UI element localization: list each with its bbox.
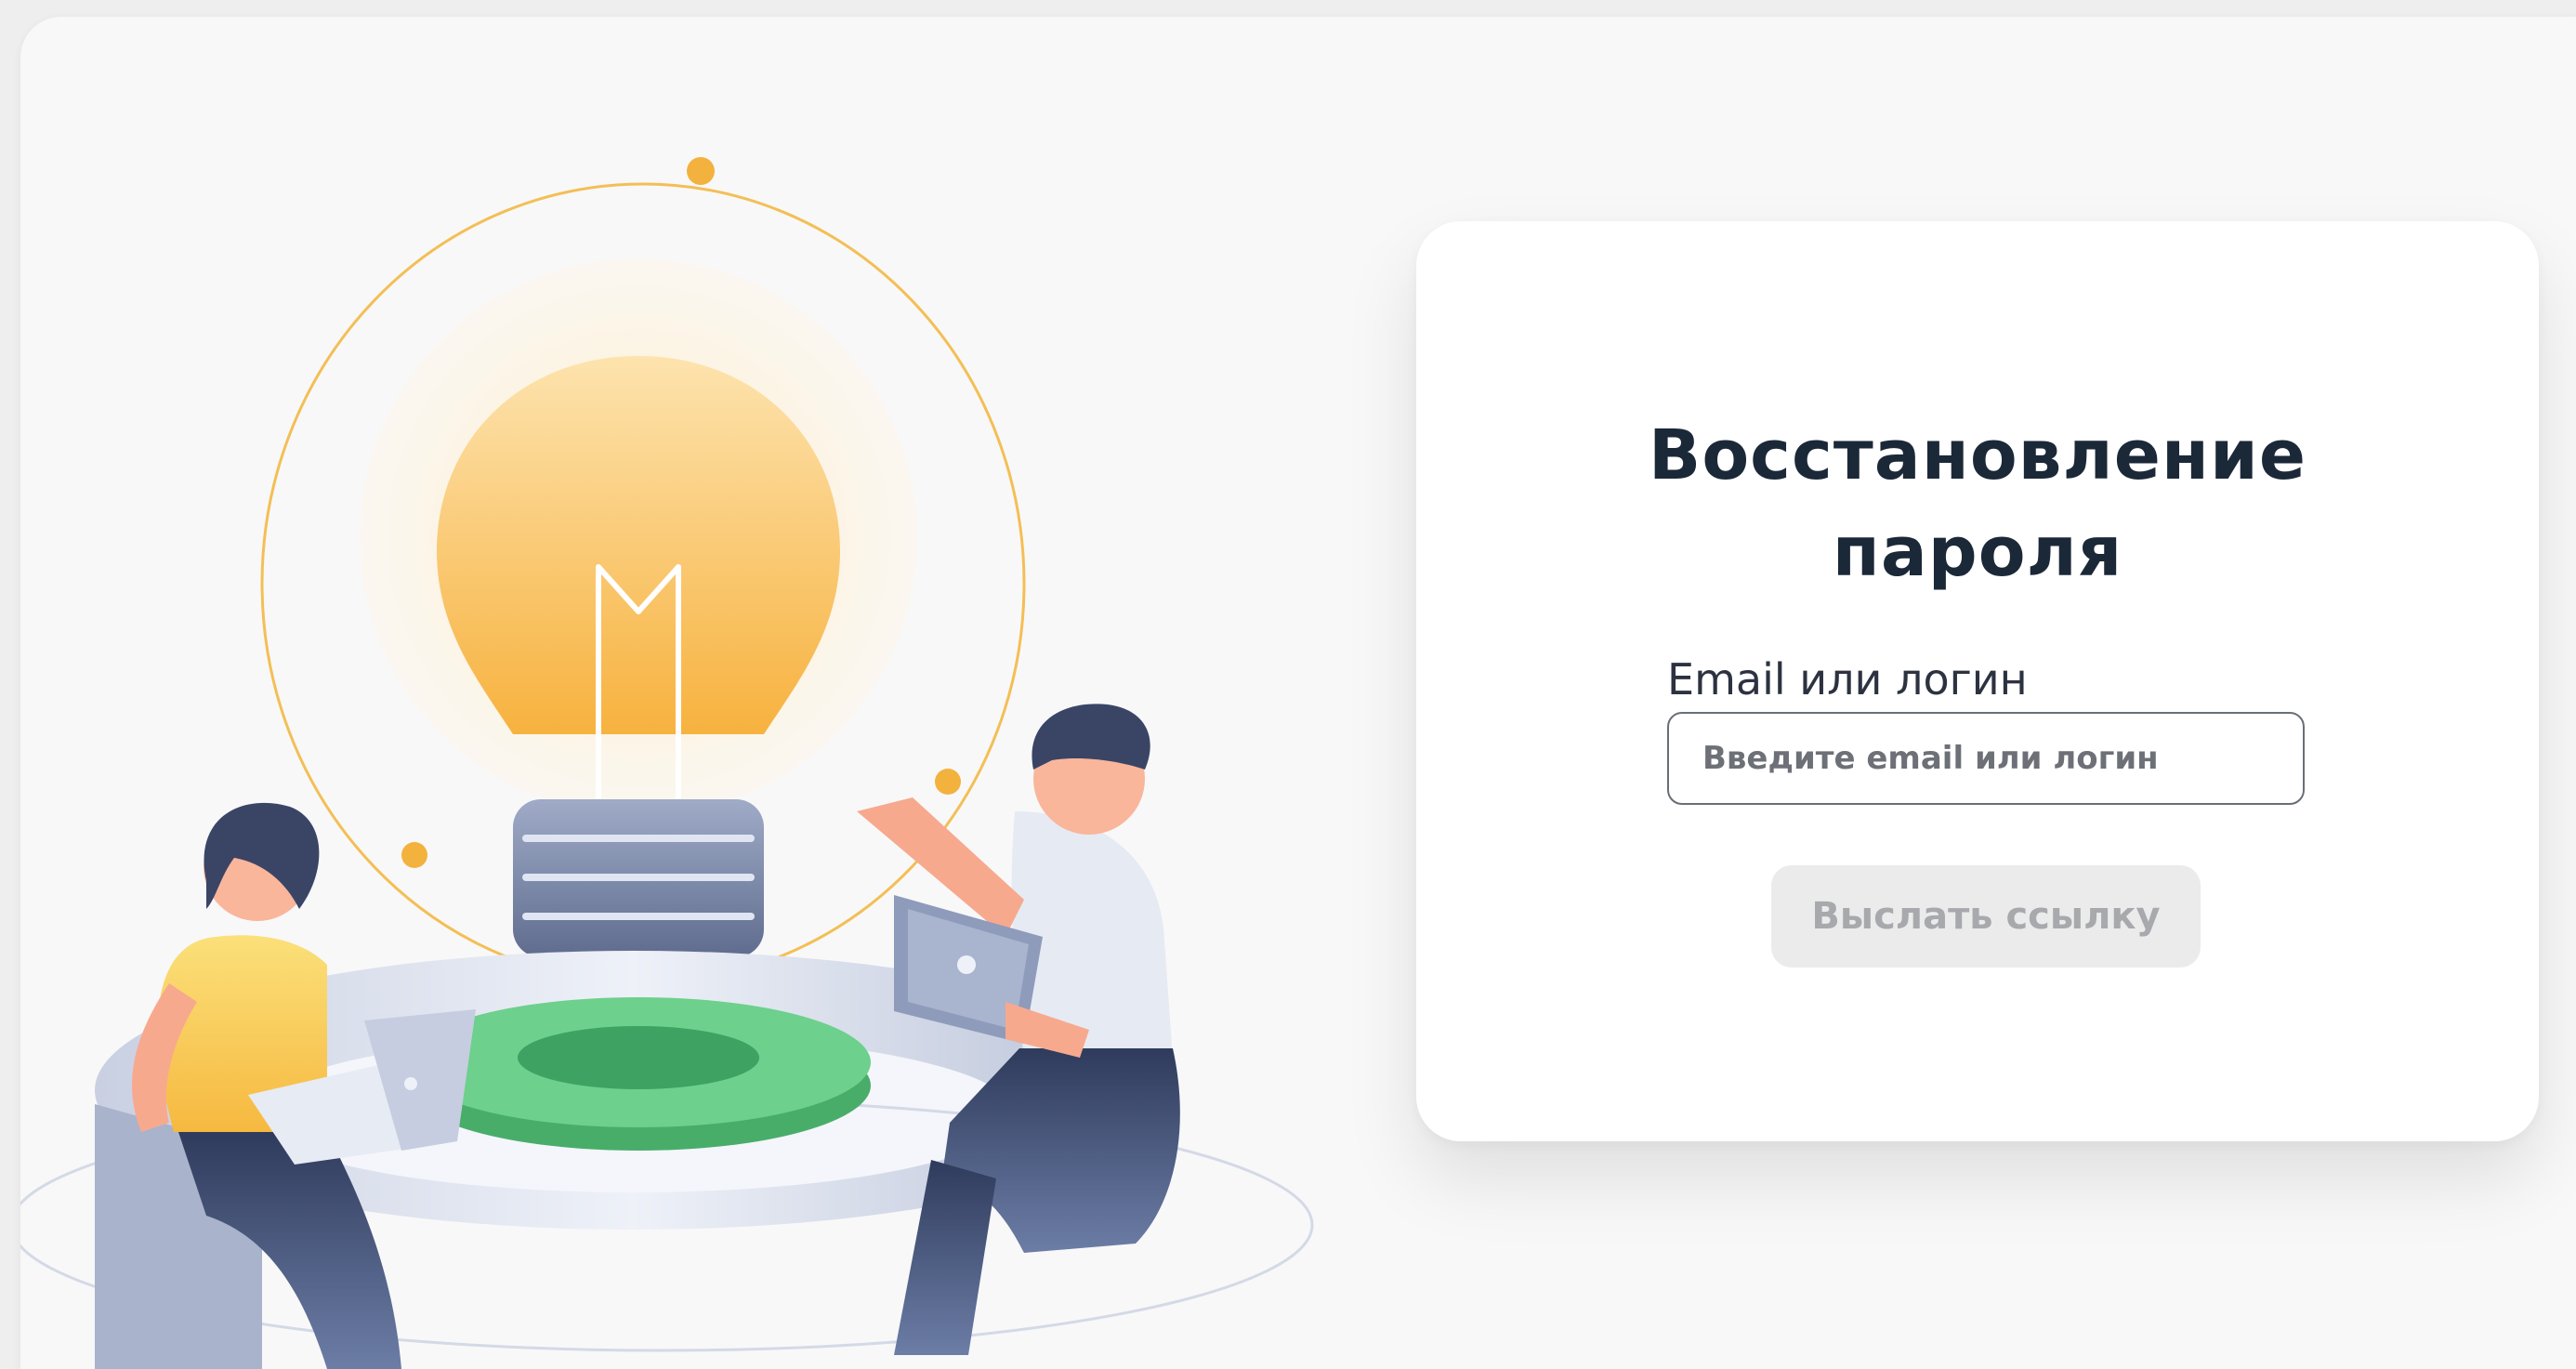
email-or-login-input[interactable] (1667, 712, 2305, 805)
title-line-2: пароля (1832, 512, 2123, 592)
send-link-button[interactable]: Выслать ссылку (1771, 865, 2201, 968)
teamwork-lightbulb-illustration (20, 157, 1314, 1369)
recovery-page: Восстановление пароля Email или логин Вы… (20, 17, 2576, 1369)
title-line-1: Восстановление (1648, 415, 2307, 495)
email-or-login-label: Email или логин (1667, 654, 2028, 704)
password-recovery-card: Восстановление пароля Email или логин Вы… (1416, 221, 2539, 1141)
page-title: Восстановление пароля (1416, 407, 2539, 600)
lightbulb-icon (360, 258, 917, 1008)
